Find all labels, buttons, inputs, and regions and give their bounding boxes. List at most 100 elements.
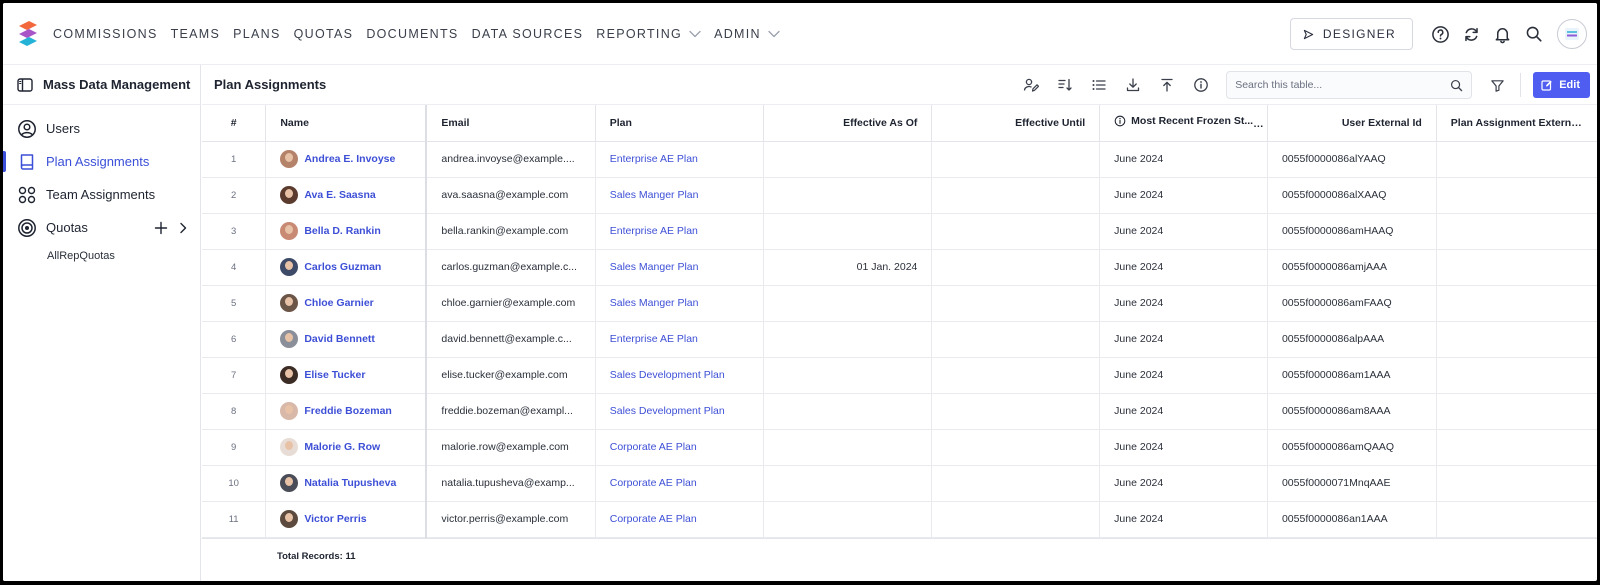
list-icon[interactable]: [1082, 70, 1116, 100]
search-icon[interactable]: [1450, 79, 1463, 92]
nav-item-teams[interactable]: TEAMS: [171, 27, 221, 41]
edit-button[interactable]: Edit: [1533, 72, 1590, 98]
column-header-name[interactable]: Name: [265, 105, 428, 142]
name-cell: Elise Tucker: [265, 357, 428, 394]
plan-link[interactable]: Corporate AE Plan: [610, 441, 697, 453]
filter-icon[interactable]: [1480, 70, 1514, 100]
column-header-plan[interactable]: Plan: [595, 105, 764, 142]
name-cell: Carlos Guzman: [265, 249, 428, 286]
plan-link[interactable]: Enterprise AE Plan: [610, 333, 698, 345]
table-row[interactable]: 10 Natalia Tupusheva natalia.tupusheva@exa…: [202, 465, 1597, 502]
effective-as-of-cell: [763, 465, 933, 502]
nav-item-documents[interactable]: DOCUMENTS: [366, 27, 458, 41]
user-name-link[interactable]: Freddie Bozeman: [304, 405, 392, 417]
plus-icon[interactable]: [154, 221, 168, 235]
name-cell: Chloe Garnier: [265, 285, 428, 322]
sidebar-item-plan-assignments[interactable]: Plan Assignments: [3, 145, 200, 178]
nav-item-commissions[interactable]: COMMISSIONS: [53, 27, 158, 41]
plan-link[interactable]: Sales Development Plan: [610, 405, 725, 417]
plan-link[interactable]: Enterprise AE Plan: [610, 153, 698, 165]
table-row[interactable]: 11 Victor Perris victor.perris@example.com…: [202, 501, 1597, 538]
bell-icon[interactable]: [1487, 19, 1518, 50]
plan-link[interactable]: Sales Development Plan: [610, 369, 725, 381]
column-header-plan-assignment-external-id[interactable]: Plan Assignment External Id: [1436, 105, 1597, 142]
user-name-link[interactable]: Natalia Tupusheva: [304, 477, 396, 489]
frozen-period-cell: June 2024: [1099, 285, 1268, 322]
user-avatar[interactable]: [1557, 19, 1587, 49]
effective-until-cell: [931, 429, 1101, 466]
table-row[interactable]: 5 Chloe Garnier chloe.garnier@example.com S…: [202, 285, 1597, 322]
plan-link[interactable]: Sales Manger Plan: [610, 189, 699, 201]
designer-label: DESIGNER: [1322, 27, 1396, 41]
row-number: 3: [202, 213, 267, 250]
sidebar-item-users[interactable]: Users: [3, 112, 200, 145]
name-cell: Andrea E. Invoyse: [265, 141, 428, 178]
nav-item-reporting[interactable]: REPORTING: [596, 27, 701, 41]
email-cell: malorie.row@example.com: [426, 429, 596, 466]
user-name-link[interactable]: Ava E. Saasna: [304, 189, 375, 201]
column-header-user-external-id[interactable]: User External Id: [1267, 105, 1437, 142]
effective-until-cell: [931, 321, 1101, 358]
plan-link[interactable]: Sales Manger Plan: [610, 261, 699, 273]
sidebar-subitem-allrepquotas[interactable]: AllRepQuotas: [3, 244, 200, 268]
edit-label: Edit: [1559, 79, 1580, 91]
table-search-input[interactable]: [1235, 79, 1451, 91]
frozen-period-cell: June 2024: [1099, 357, 1268, 394]
plan-assignment-external-id-cell: [1436, 357, 1597, 394]
help-icon[interactable]: [1425, 19, 1456, 50]
table-row[interactable]: 4 Carlos Guzman carlos.guzman@example.c...…: [202, 249, 1597, 286]
user-name-link[interactable]: Andrea E. Invoyse: [304, 153, 395, 165]
column-header-email[interactable]: Email: [426, 105, 596, 142]
user-external-id-cell: 0055f0000086amFAAQ: [1267, 285, 1437, 322]
user-name-link[interactable]: David Bennett: [304, 333, 375, 345]
search-icon[interactable]: [1518, 19, 1549, 50]
column-header-number[interactable]: #: [202, 105, 267, 142]
nav-item-quotas[interactable]: QUOTAS: [294, 27, 354, 41]
user-external-id-cell: 0055f0000086amHAAQ: [1267, 213, 1437, 250]
user-name-link[interactable]: Malorie G. Row: [304, 441, 380, 453]
upload-icon[interactable]: [1150, 70, 1184, 100]
info-icon[interactable]: [1184, 70, 1218, 100]
effective-as-of-cell: [763, 213, 933, 250]
user-name-link[interactable]: Elise Tucker: [304, 369, 365, 381]
team-icon: [18, 186, 36, 203]
plan-link[interactable]: Sales Manger Plan: [610, 297, 699, 309]
designer-button[interactable]: DESIGNER: [1289, 18, 1413, 50]
sort-icon[interactable]: [1048, 70, 1082, 100]
sidebar-toggle-icon[interactable]: [17, 77, 33, 92]
nav-item-data-sources[interactable]: DATA SOURCES: [472, 27, 584, 41]
sidebar: Mass Data Management Users Plan Assignme…: [3, 65, 201, 581]
user-name-link[interactable]: Victor Perris: [304, 513, 366, 525]
plan-assignment-external-id-cell: [1436, 465, 1597, 502]
user-name-link[interactable]: Carlos Guzman: [304, 261, 381, 273]
table-row[interactable]: 9 Malorie G. Row malorie.row@example.com Co…: [202, 429, 1597, 466]
table-row[interactable]: 2 Ava E. Saasna ava.saasna@example.com Sale…: [202, 177, 1597, 214]
plan-link[interactable]: Enterprise AE Plan: [610, 225, 698, 237]
row-number: 7: [202, 357, 267, 394]
table-row[interactable]: 1 Andrea E. Invoyse andrea.invoyse@example…: [202, 141, 1597, 178]
sidebar-item-quotas[interactable]: Quotas: [3, 211, 200, 244]
app-logo[interactable]: [5, 3, 51, 65]
avatar: [280, 438, 299, 456]
plan-link[interactable]: Corporate AE Plan: [610, 513, 697, 525]
column-header-effective-until[interactable]: Effective Until: [931, 105, 1101, 142]
nav-item-admin[interactable]: ADMIN: [714, 27, 780, 41]
table-row[interactable]: 6 David Bennett david.bennett@example.c...…: [202, 321, 1597, 358]
table-row[interactable]: 7 Elise Tucker elise.tucker@example.com Sal…: [202, 357, 1597, 394]
plan-cell: Corporate AE Plan: [595, 501, 764, 538]
effective-until-cell: [931, 177, 1101, 214]
download-icon[interactable]: [1116, 70, 1150, 100]
column-header-effective-as-of[interactable]: Effective As Of: [763, 105, 933, 142]
user-name-link[interactable]: Bella D. Rankin: [304, 225, 380, 237]
plan-link[interactable]: Corporate AE Plan: [610, 477, 697, 489]
sidebar-item-team-assignments[interactable]: Team Assignments: [3, 178, 200, 211]
user-name-link[interactable]: Chloe Garnier: [304, 297, 373, 309]
refresh-icon[interactable]: [1456, 19, 1487, 50]
chevron-right-icon[interactable]: [178, 222, 188, 234]
effective-as-of-cell: [763, 321, 933, 358]
edit-columns-icon[interactable]: [1014, 70, 1048, 100]
table-row[interactable]: 3 Bella D. Rankin bella.rankin@example.com…: [202, 213, 1597, 250]
column-header-most-recent-frozen[interactable]: Most Recent Frozen St...: [1099, 105, 1268, 142]
nav-item-plans[interactable]: PLANS: [233, 27, 281, 41]
table-row[interactable]: 8 Freddie Bozeman freddie.bozeman@exampl..…: [202, 393, 1597, 430]
